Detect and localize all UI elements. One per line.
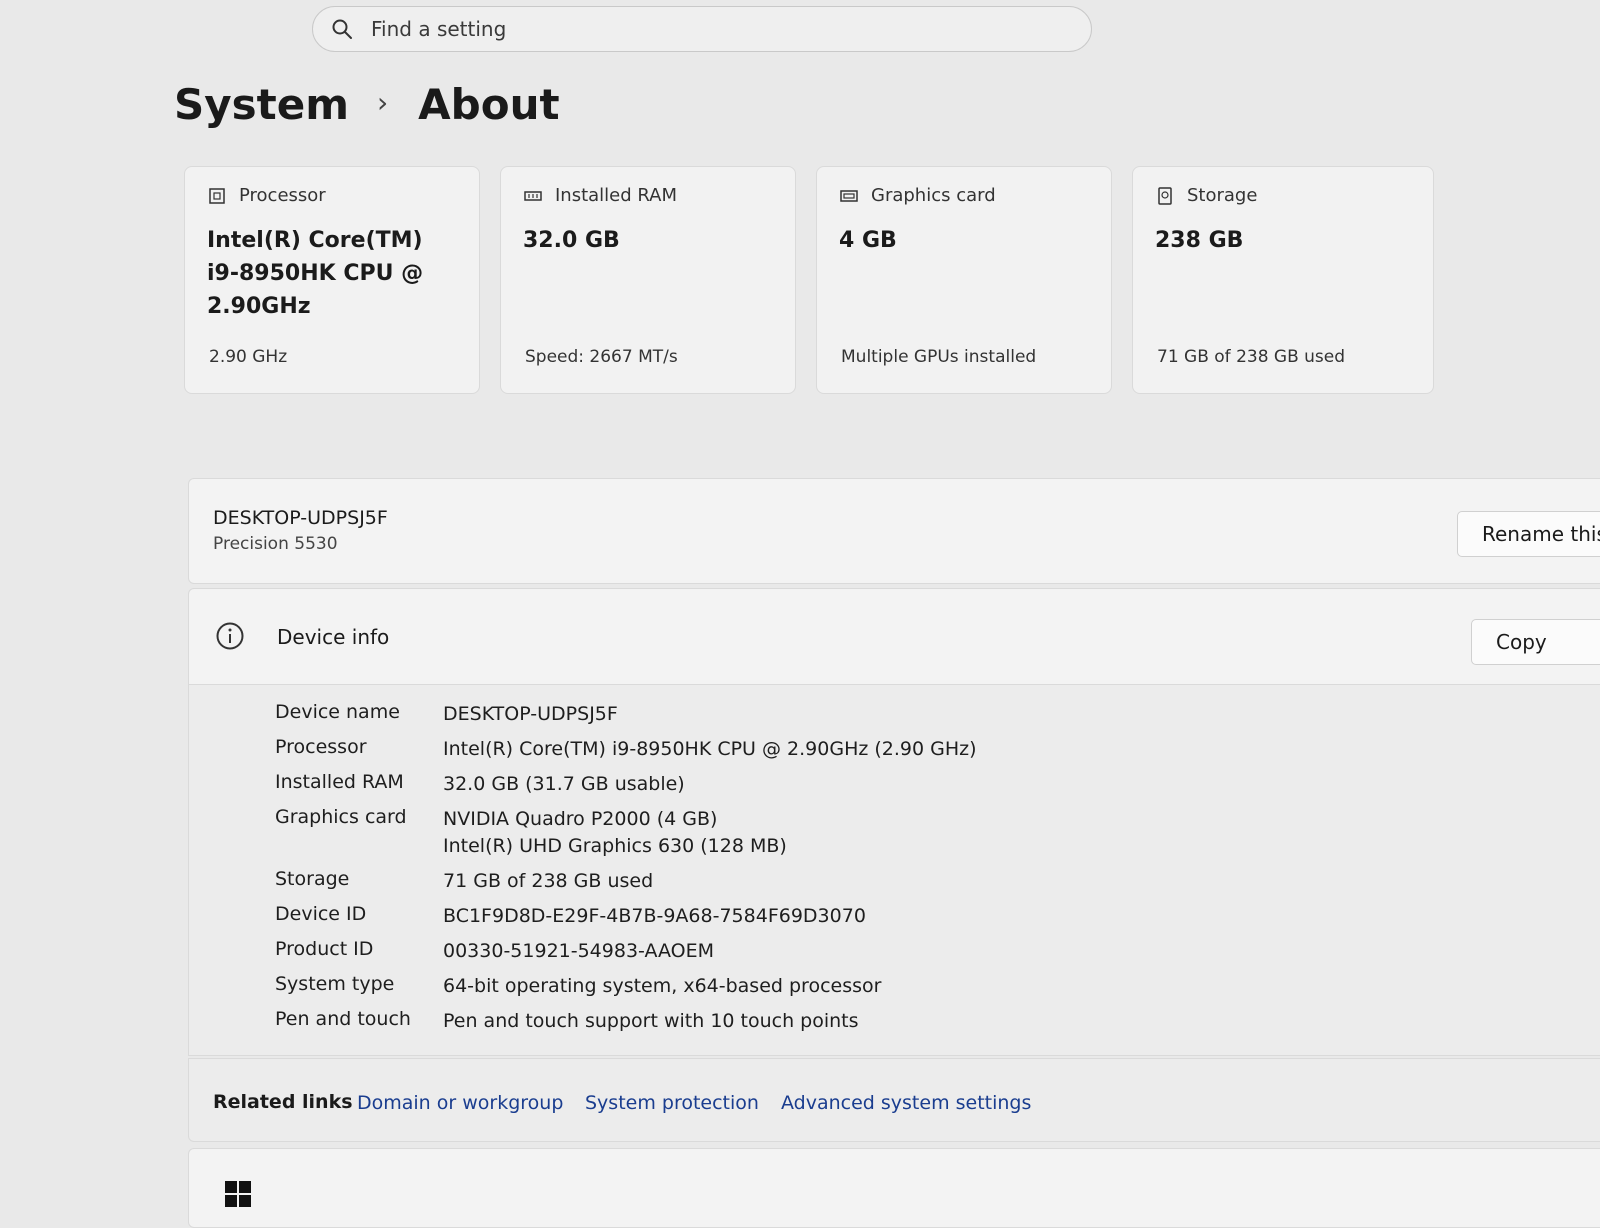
spec-key: Storage xyxy=(275,868,350,890)
spec-value[interactable]: 00330-51921-54983-AAOEM xyxy=(443,938,714,973)
storage-card: Storage 238 GB 71 GB of 238 GB used xyxy=(1132,166,1434,394)
related-links-label: Related links xyxy=(213,1091,353,1113)
card-subtext: 71 GB of 238 GB used xyxy=(1157,347,1346,367)
spec-value[interactable]: NVIDIA Quadro P2000 (4 GB) xyxy=(443,806,787,833)
link-domain-or-workgroup[interactable]: Domain or workgroup xyxy=(357,1092,563,1114)
card-subtext: Speed: 2667 MT/s xyxy=(525,347,678,367)
card-value: 4 GB xyxy=(839,228,897,253)
spec-key: System type xyxy=(275,973,395,995)
rename-button[interactable]: Rename this xyxy=(1457,511,1600,557)
card-value: 32.0 GB xyxy=(523,228,620,253)
breadcrumb: System › About xyxy=(174,80,560,129)
windows-logo-icon xyxy=(225,1181,251,1207)
card-value: 238 GB xyxy=(1155,228,1244,253)
spec-value[interactable]: BC1F9D8D-E29F-4B7B-9A68-7584F69D3070 xyxy=(443,903,866,938)
storage-icon xyxy=(1158,186,1172,205)
related-links-bar: Related links Domain or workgroup System… xyxy=(188,1058,1600,1142)
spec-value[interactable]: Intel(R) Core(TM) i9-8950HK CPU @ 2.90GH… xyxy=(443,736,977,771)
device-name-panel: DESKTOP-UDPSJ5F Precision 5530 Rename th… xyxy=(188,478,1600,584)
graphics-card-icon xyxy=(840,189,858,202)
spec-table: Device name DESKTOP-UDPSJ5F Processor In… xyxy=(275,701,977,1043)
card-subtext: Multiple GPUs installed xyxy=(841,347,1037,367)
search-input[interactable]: Find a setting xyxy=(371,17,506,41)
spec-row: Processor Intel(R) Core(TM) i9-8950HK CP… xyxy=(275,736,977,771)
breadcrumb-separator: › xyxy=(376,86,389,119)
spec-key: Processor xyxy=(275,736,367,758)
spec-value[interactable]: Intel(R) UHD Graphics 630 (128 MB) xyxy=(443,833,787,860)
spec-value[interactable]: 71 GB of 238 GB used xyxy=(443,868,653,903)
link-advanced-system-settings[interactable]: Advanced system settings xyxy=(781,1092,1031,1114)
card-value: Intel(R) Core(TM) i9-8950HK CPU @ 2.90GH… xyxy=(207,228,424,319)
graphics-card-card: Graphics card 4 GB Multiple GPUs install… xyxy=(816,166,1112,394)
spec-key: Device name xyxy=(275,701,400,723)
spec-row: Pen and touch Pen and touch support with… xyxy=(275,1008,977,1043)
card-title: Installed RAM xyxy=(555,185,678,206)
card-title: Processor xyxy=(239,185,326,206)
device-name: DESKTOP-UDPSJ5F xyxy=(213,507,388,529)
breadcrumb-parent[interactable]: System xyxy=(174,80,349,129)
spec-key: Device ID xyxy=(275,903,367,925)
card-title: Storage xyxy=(1187,185,1258,206)
search-icon xyxy=(332,19,352,39)
spec-row: Device ID BC1F9D8D-E29F-4B7B-9A68-7584F6… xyxy=(275,903,977,938)
spec-value[interactable]: 32.0 GB (31.7 GB usable) xyxy=(443,771,685,806)
spec-row: System type 64-bit operating system, x64… xyxy=(275,973,977,1008)
spec-key: Product ID xyxy=(275,938,374,960)
spec-row: Product ID 00330-51921-54983-AAOEM xyxy=(275,938,977,973)
spec-key: Graphics card xyxy=(275,806,407,828)
ram-icon xyxy=(524,190,542,201)
spec-row: Device name DESKTOP-UDPSJ5F xyxy=(275,701,977,736)
spec-row: Storage 71 GB of 238 GB used xyxy=(275,868,977,903)
processor-card: Processor Intel(R) Core(TM) i9-8950HK CP… xyxy=(184,166,480,394)
spec-row: Graphics card NVIDIA Quadro P2000 (4 GB)… xyxy=(275,806,977,868)
ram-card: Installed RAM 32.0 GB Speed: 2667 MT/s xyxy=(500,166,796,394)
spec-value[interactable]: Pen and touch support with 10 touch poin… xyxy=(443,1008,859,1043)
windows-specifications-panel[interactable] xyxy=(188,1148,1600,1228)
spec-key: Installed RAM xyxy=(275,771,404,793)
device-info-title: Device info xyxy=(277,625,390,649)
spec-key: Pen and touch xyxy=(275,1008,411,1030)
spec-value[interactable]: 64-bit operating system, x64-based proce… xyxy=(443,973,881,1008)
card-subtext: 2.90 GHz xyxy=(209,347,288,367)
device-info-body: Device name DESKTOP-UDPSJ5F Processor In… xyxy=(188,684,1600,1056)
copy-button[interactable]: Copy xyxy=(1471,619,1600,665)
spec-value-group: NVIDIA Quadro P2000 (4 GB) Intel(R) UHD … xyxy=(443,806,787,868)
search-box[interactable]: Find a setting xyxy=(312,6,1092,52)
link-system-protection[interactable]: System protection xyxy=(585,1092,759,1114)
info-icon xyxy=(216,622,244,650)
device-info-header[interactable]: Device info Copy xyxy=(188,588,1600,684)
spec-row: Installed RAM 32.0 GB (31.7 GB usable) xyxy=(275,771,977,806)
device-model: Precision 5530 xyxy=(213,534,338,554)
card-title: Graphics card xyxy=(871,185,996,206)
processor-icon xyxy=(209,187,225,204)
spec-value[interactable]: DESKTOP-UDPSJ5F xyxy=(443,701,618,736)
page-title: About xyxy=(418,80,560,129)
